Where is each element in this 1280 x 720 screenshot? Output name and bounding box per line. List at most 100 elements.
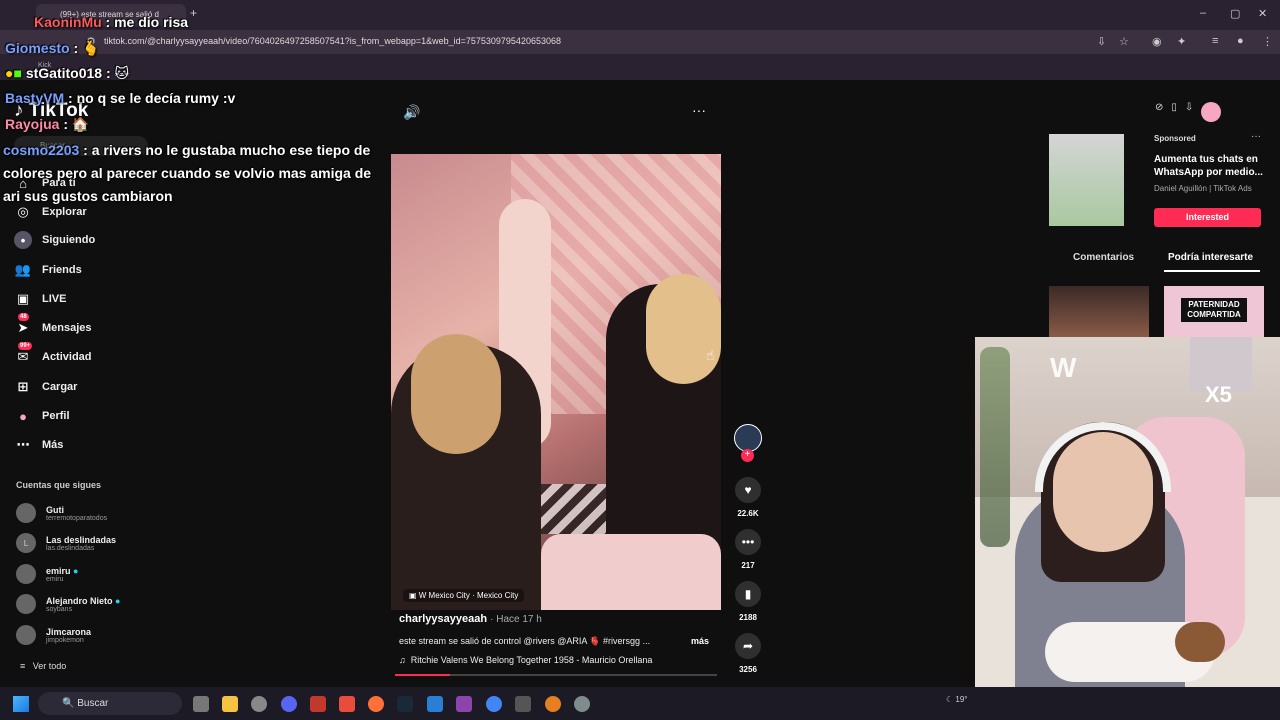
more-options-icon[interactable]: ··· — [692, 102, 706, 118]
chat-text: : 🏠 — [63, 116, 90, 132]
chat-user: Giomesto — [5, 40, 70, 56]
music-info[interactable]: ♫ Ritchie Valens We Belong Together 1958… — [399, 655, 652, 665]
task-view-icon[interactable] — [193, 696, 209, 712]
creator-avatar[interactable] — [734, 424, 762, 452]
nav-item-mensajes[interactable]: ➤ 48 Mensajes — [14, 313, 92, 337]
see-all-link[interactable]: ≡ Ver todo — [20, 661, 66, 671]
chat-message: ●■ stGatito018 : 🐱 — [5, 65, 129, 82]
sponsored-label: Sponsored — [1154, 134, 1196, 143]
following-account[interactable]: L Las deslindadas las.deslindadas — [16, 533, 116, 553]
profile-icon[interactable]: ● — [1237, 35, 1244, 47]
windows-start-icon[interactable] — [13, 696, 29, 712]
user-avatar[interactable] — [1201, 102, 1222, 122]
following-header: Cuentas que sigues — [16, 480, 102, 490]
settings-icon[interactable] — [574, 696, 590, 712]
comment-button[interactable]: ••• 217 — [734, 529, 762, 570]
app-icon[interactable] — [427, 696, 443, 712]
chat-message: Giomesto : 🫰 — [5, 40, 99, 57]
chat-text: : 🐱 — [105, 65, 130, 81]
video-frame-head-left — [411, 334, 501, 454]
coin-icon[interactable]: ⊘ — [1155, 102, 1163, 122]
nav-item-siguiendo[interactable]: • Siguiendo — [14, 231, 95, 249]
nav-item-live[interactable]: ▣ LIVE — [14, 290, 67, 308]
nav-item-cargar[interactable]: ⊞ Cargar — [14, 378, 78, 396]
weather-widget[interactable]: ☾ 19° — [946, 695, 968, 704]
ad-more-icon[interactable]: ··· — [1251, 131, 1261, 142]
tab-comentarios[interactable]: Comentarios — [1073, 252, 1134, 263]
ad-thumbnail[interactable] — [1049, 134, 1124, 226]
interested-button[interactable]: Interested — [1154, 208, 1261, 227]
webcam-overlay: W X5 — [975, 337, 1280, 687]
chat-user: stGatito018 — [25, 65, 103, 81]
steam-icon[interactable] — [397, 696, 413, 712]
description-more-button[interactable]: más — [691, 636, 709, 646]
verified-icon: ● — [73, 565, 79, 576]
app-icon[interactable] — [515, 696, 531, 712]
extension-icon[interactable]: ◉ — [1152, 35, 1162, 48]
following-account[interactable]: Guti terremotoparatodos — [16, 503, 107, 523]
url-field[interactable]: tiktok.com/@charlyysayyeaah/video/760402… — [104, 36, 561, 46]
app-icon[interactable] — [251, 696, 267, 712]
nav-label: Mensajes — [42, 322, 92, 334]
suggested-video-thumb[interactable] — [1049, 286, 1149, 338]
close-icon[interactable]: ✕ — [1258, 7, 1267, 20]
minimize-icon[interactable]: – — [1200, 7, 1206, 19]
location-tag[interactable]: ▣ W Mexico City · Mexico City — [403, 589, 525, 602]
app-icon[interactable] — [310, 696, 326, 712]
cam-dog-spot — [1175, 622, 1225, 662]
app-icon[interactable] — [545, 696, 561, 712]
taskbar-search-label: Buscar — [77, 698, 109, 709]
download-icon[interactable]: ⇩ — [1185, 102, 1193, 122]
nav-item-friends[interactable]: 👥 Friends — [14, 261, 82, 279]
nav-item-actividad[interactable]: ✉ 99+ Actividad — [14, 342, 92, 366]
install-icon[interactable]: ⇩ — [1097, 35, 1106, 48]
chat-user: cosmo2203 — [3, 142, 80, 158]
following-account[interactable]: Alejandro Nieto ● soybans — [16, 594, 120, 614]
app-icon[interactable] — [456, 696, 472, 712]
firefox-icon[interactable] — [368, 696, 384, 712]
avatar — [16, 564, 36, 584]
nav-label: Actividad — [42, 351, 92, 363]
tab-podria-interesarte[interactable]: Podría interesarte — [1168, 252, 1253, 263]
app-icon[interactable] — [339, 696, 355, 712]
ad-title[interactable]: Aumenta tus chats en WhatsApp por medio.… — [1154, 153, 1264, 179]
video-author[interactable]: charlyysayyeaah · Hace 17 h — [399, 613, 542, 625]
kick-badge-icon: ■ — [13, 65, 22, 81]
follow-plus-icon[interactable]: + — [741, 449, 754, 462]
new-tab-icon[interactable]: + — [190, 6, 197, 20]
bookmark-star-icon[interactable]: ☆ — [1119, 35, 1129, 48]
account-handle: soybans — [46, 605, 73, 613]
account-handle: jimpokemon — [46, 636, 84, 644]
chat-message: cosmo2203 : a rivers no le gustaba mucho… — [3, 139, 383, 208]
nav-label: Friends — [42, 264, 82, 276]
device-icon[interactable]: ▯ — [1171, 102, 1177, 122]
share-button[interactable]: ➦ 3256 — [734, 633, 762, 674]
account-name: Guti — [46, 504, 64, 515]
menu-list-icon[interactable]: ≡ — [1212, 35, 1218, 47]
chrome-icon[interactable] — [486, 696, 502, 712]
following-account[interactable]: emiru ● emiru — [16, 564, 78, 584]
activity-icon: ✉ 99+ — [17, 342, 33, 364]
stream-logo: W — [1050, 352, 1077, 383]
chat-user: BastyVM — [5, 90, 65, 106]
chat-message: Rayojua : 🏠 — [5, 116, 89, 133]
chat-user: Rayojua — [5, 116, 60, 132]
puzzle-icon[interactable]: ✦ — [1177, 35, 1186, 48]
video-progress-bar[interactable] — [395, 674, 717, 676]
nav-item-perfil[interactable]: ● Perfil — [14, 407, 69, 425]
video-player[interactable] — [391, 154, 721, 610]
discord-icon[interactable] — [281, 696, 297, 712]
account-handle: terremotoparatodos — [46, 514, 108, 522]
like-count: 22.6K — [737, 509, 759, 518]
taskbar-search[interactable]: 🔍 Buscar — [38, 692, 182, 715]
maximize-icon[interactable]: ▢ — [1230, 7, 1240, 20]
volume-icon[interactable]: 🔊 — [403, 104, 420, 121]
save-button[interactable]: ▮ 2188 — [734, 581, 762, 622]
following-account[interactable]: Jimcarona jimpokemon — [16, 625, 91, 645]
kebab-menu-icon[interactable]: ⋮ — [1262, 35, 1273, 48]
music-title: Ritchie Valens We Belong Together 1958 -… — [410, 655, 653, 665]
account-handle: emiru — [46, 575, 64, 583]
like-button[interactable]: ♥ 22.6K — [734, 477, 762, 518]
file-explorer-icon[interactable] — [222, 696, 238, 712]
nav-item-mas[interactable]: ⋯ Más — [14, 436, 64, 454]
